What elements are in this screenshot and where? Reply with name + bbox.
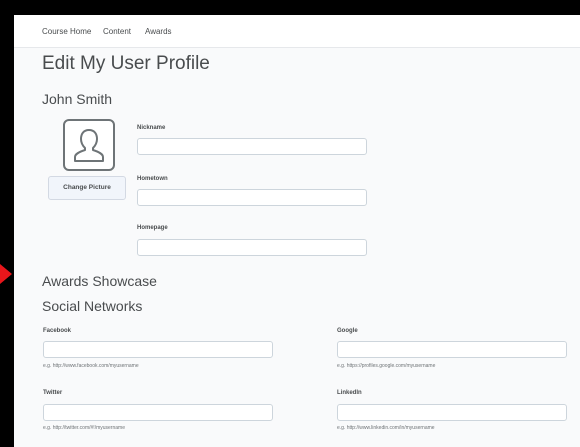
nav-course-home[interactable]: Course Home bbox=[42, 27, 91, 36]
nickname-input[interactable] bbox=[137, 138, 367, 155]
twitter-label: Twitter bbox=[43, 390, 63, 396]
twitter-hint: e.g. http://twitter.com/#!/myusername bbox=[43, 425, 125, 431]
homepage-label: Homepage bbox=[137, 225, 168, 231]
linkedin-hint: e.g. http://www.linkedin.com/in/myuserna… bbox=[337, 425, 435, 431]
profile-picture bbox=[63, 119, 115, 171]
homepage-input[interactable] bbox=[137, 239, 367, 256]
page-title: Edit My User Profile bbox=[42, 53, 210, 74]
hometown-label: Hometown bbox=[137, 176, 168, 182]
user-name-heading: John Smith bbox=[42, 91, 113, 107]
google-hint: e.g. https://profiles.google.com/myusern… bbox=[337, 363, 436, 369]
user-silhouette-icon bbox=[74, 129, 104, 162]
nav-content[interactable]: Content bbox=[103, 27, 131, 36]
awards-showcase-heading: Awards Showcase bbox=[42, 273, 157, 289]
nav-awards[interactable]: Awards bbox=[145, 27, 172, 36]
social-networks-heading: Social Networks bbox=[42, 298, 143, 314]
top-navbar: Course Home Content Awards bbox=[14, 15, 580, 48]
hometown-input[interactable] bbox=[137, 189, 367, 206]
red-arrow-icon bbox=[0, 264, 12, 284]
nickname-label: Nickname bbox=[137, 125, 166, 131]
linkedin-label: LinkedIn bbox=[337, 390, 362, 396]
linkedin-input[interactable] bbox=[337, 404, 567, 421]
profile-page: Course Home Content Awards Edit My User … bbox=[14, 15, 580, 447]
google-label: Google bbox=[337, 328, 358, 334]
google-input[interactable] bbox=[337, 341, 567, 358]
change-picture-button[interactable]: Change Picture bbox=[48, 176, 126, 200]
facebook-label: Facebook bbox=[43, 328, 72, 334]
facebook-input[interactable] bbox=[43, 341, 273, 358]
facebook-hint: e.g. http://www.facebook.com/myusername bbox=[43, 363, 139, 369]
twitter-input[interactable] bbox=[43, 404, 273, 421]
